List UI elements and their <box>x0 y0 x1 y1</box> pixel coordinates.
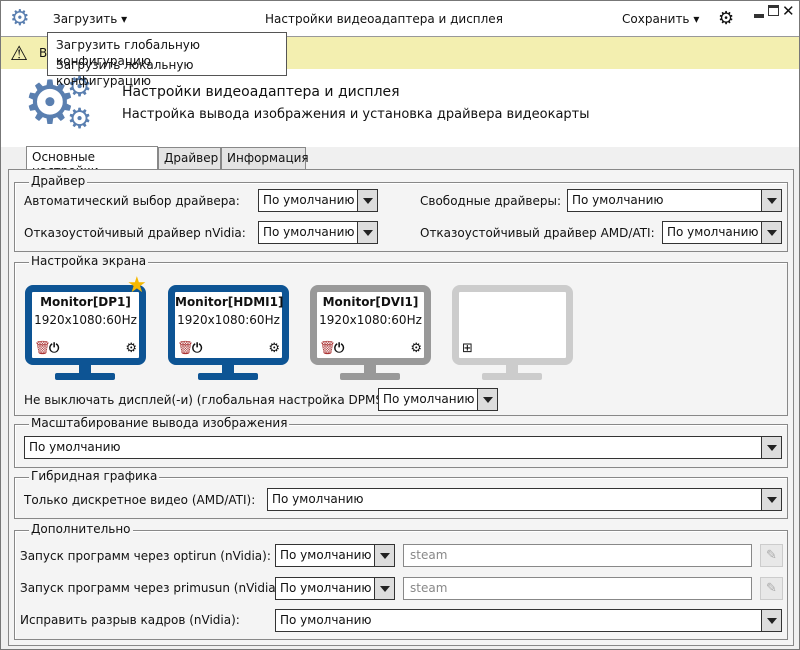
header-title: Настройки видеоадаптера и дисплея <box>122 84 400 100</box>
power-icon[interactable]: ⏻ <box>334 342 344 355</box>
driver-legend: Драйвер <box>29 174 88 188</box>
free-drivers-label: Свободные драйверы: <box>420 194 562 208</box>
free-drivers-select[interactable]: По умолчанию <box>567 189 782 212</box>
optirun-input[interactable]: steam <box>403 544 752 567</box>
optirun-value: По умолчанию <box>280 548 372 562</box>
extra-legend: Дополнительно <box>29 522 133 536</box>
hybrid-value: По умолчанию <box>272 492 364 506</box>
monitor-add[interactable]: ⊞ <box>452 285 573 381</box>
nvidia-failsafe-label: Отказоустойчивый драйвер nVidia: <box>24 226 246 240</box>
scaling-legend: Масштабирование вывода изображения <box>29 416 290 430</box>
optirun-label: Запуск программ через optirun (nVidia): <box>20 549 271 563</box>
primary-star-icon: ★ <box>127 273 147 298</box>
warning-text: В <box>39 46 48 60</box>
chevron-down-icon[interactable] <box>374 545 394 566</box>
chevron-down-icon[interactable] <box>374 578 394 599</box>
chevron-down-icon[interactable] <box>761 190 781 211</box>
primusun-value: По умолчанию <box>280 581 372 595</box>
tearing-value: По умолчанию <box>280 613 372 627</box>
nvidia-failsafe-value: По умолчанию <box>263 225 355 239</box>
tab-main-settings[interactable]: Основные настройки <box>26 146 158 178</box>
dpms-label: Не выключать дисплей(-и) (глобальная нас… <box>24 393 392 407</box>
edit-icon: ✎ <box>766 548 777 563</box>
free-drivers-value: По умолчанию <box>572 193 664 207</box>
chevron-down-icon[interactable] <box>477 389 497 410</box>
auto-driver-label: Автоматический выбор драйвера: <box>24 194 240 208</box>
warning-icon: ⚠ <box>10 41 28 65</box>
optirun-select[interactable]: По умолчанию <box>275 544 395 567</box>
monitor-resolution: 1920x1080:60Hz <box>34 313 137 327</box>
chevron-down-icon[interactable] <box>761 610 781 631</box>
save-label: Сохранить <box>622 12 690 26</box>
monitor-resolution: 1920x1080:60Hz <box>177 313 280 327</box>
primusun-select[interactable]: По умолчанию <box>275 577 395 600</box>
nvidia-failsafe-select[interactable]: По умолчанию <box>258 221 378 244</box>
hybrid-select[interactable]: По умолчанию <box>267 488 782 511</box>
auto-driver-value: По умолчанию <box>263 193 355 207</box>
gear-icon[interactable]: ⚙ <box>410 342 422 355</box>
edit-icon: ✎ <box>766 581 777 596</box>
scaling-select[interactable]: По умолчанию <box>24 436 782 459</box>
monitor-name: Monitor[DVI1] <box>322 295 419 309</box>
chevron-down-icon[interactable] <box>357 222 377 243</box>
monitor-name: Monitor[DP1] <box>40 295 131 309</box>
screen-legend: Настройка экрана <box>29 254 149 268</box>
monitor-dvi1[interactable]: Monitor[DVI1] 1920x1080:60Hz 🗑 ⏻ ⚙ <box>310 285 431 381</box>
optirun-edit-button[interactable]: ✎ <box>760 544 783 567</box>
monitor-hdmi1[interactable]: Monitor[HDMI1] 1920x1080:60Hz 🗑 ⏻ ⚙ <box>168 285 289 381</box>
header-subtitle: Настройка вывода изображения и установка… <box>122 107 590 122</box>
power-icon[interactable]: ⏻ <box>192 342 202 355</box>
primusun-edit-button[interactable]: ✎ <box>760 577 783 600</box>
monitor-resolution: 1920x1080:60Hz <box>319 313 422 327</box>
chevron-down-icon[interactable] <box>761 489 781 510</box>
monitor-name: Monitor[HDMI1] <box>175 295 284 309</box>
hybrid-legend: Гибридная графика <box>29 469 160 483</box>
add-icon[interactable]: ⊞ <box>462 342 473 355</box>
hybrid-label: Только дискретное видео (AMD/ATI): <box>24 493 256 507</box>
menu-item-load-local[interactable]: Загрузить локальную конфигурацию <box>48 55 286 88</box>
window-title: Настройки видеоадаптера и дисплея <box>265 12 503 26</box>
gear-icon[interactable]: ⚙ <box>125 342 137 355</box>
chevron-down-icon[interactable] <box>761 222 781 243</box>
chevron-down-icon[interactable] <box>761 437 781 458</box>
primusun-label: Запуск программ через primusun (nVidia): <box>20 581 285 595</box>
tearing-label: Исправить разрыв кадров (nVidia): <box>20 613 240 627</box>
load-button[interactable]: Загрузить ▾ <box>53 12 127 26</box>
tab-info[interactable]: Информация <box>221 147 309 170</box>
tab-driver[interactable]: Драйвер <box>158 147 221 170</box>
header-small-gear-icon-2: ⚙ <box>67 102 93 135</box>
load-menu: Загрузить глобальную конфигурацию Загруз… <box>47 32 287 88</box>
scaling-value: По умолчанию <box>29 440 121 454</box>
maximize-icon[interactable] <box>768 5 779 16</box>
settings-gear-icon[interactable]: ⚙ <box>718 8 734 29</box>
minimize-icon[interactable] <box>754 14 764 18</box>
power-icon[interactable]: ⏻ <box>49 342 59 355</box>
amd-failsafe-select[interactable]: По умолчанию <box>662 221 782 244</box>
close-icon[interactable]: ✕ <box>782 2 795 20</box>
load-label: Загрузить <box>53 12 118 26</box>
chevron-down-icon[interactable] <box>357 190 377 211</box>
dpms-value: По умолчанию <box>383 392 475 406</box>
dpms-select[interactable]: По умолчанию <box>378 388 498 411</box>
save-button[interactable]: Сохранить ▾ <box>622 12 699 26</box>
primusun-input[interactable]: steam <box>403 577 752 600</box>
menu-item-load-global[interactable]: Загрузить глобальную конфигурацию <box>48 35 286 68</box>
tearing-select[interactable]: По умолчанию <box>275 609 782 632</box>
gear-icon[interactable]: ⚙ <box>268 342 280 355</box>
amd-failsafe-value: По умолчанию <box>667 225 759 239</box>
monitor-dp1[interactable]: Monitor[DP1] 1920x1080:60Hz 🗑 ⏻ ⚙ ★ <box>25 273 147 381</box>
app-gear-icon: ⚙ <box>10 6 30 31</box>
auto-driver-select[interactable]: По умолчанию <box>258 189 378 212</box>
amd-failsafe-label: Отказоустойчивый драйвер AMD/ATI: <box>420 226 655 240</box>
